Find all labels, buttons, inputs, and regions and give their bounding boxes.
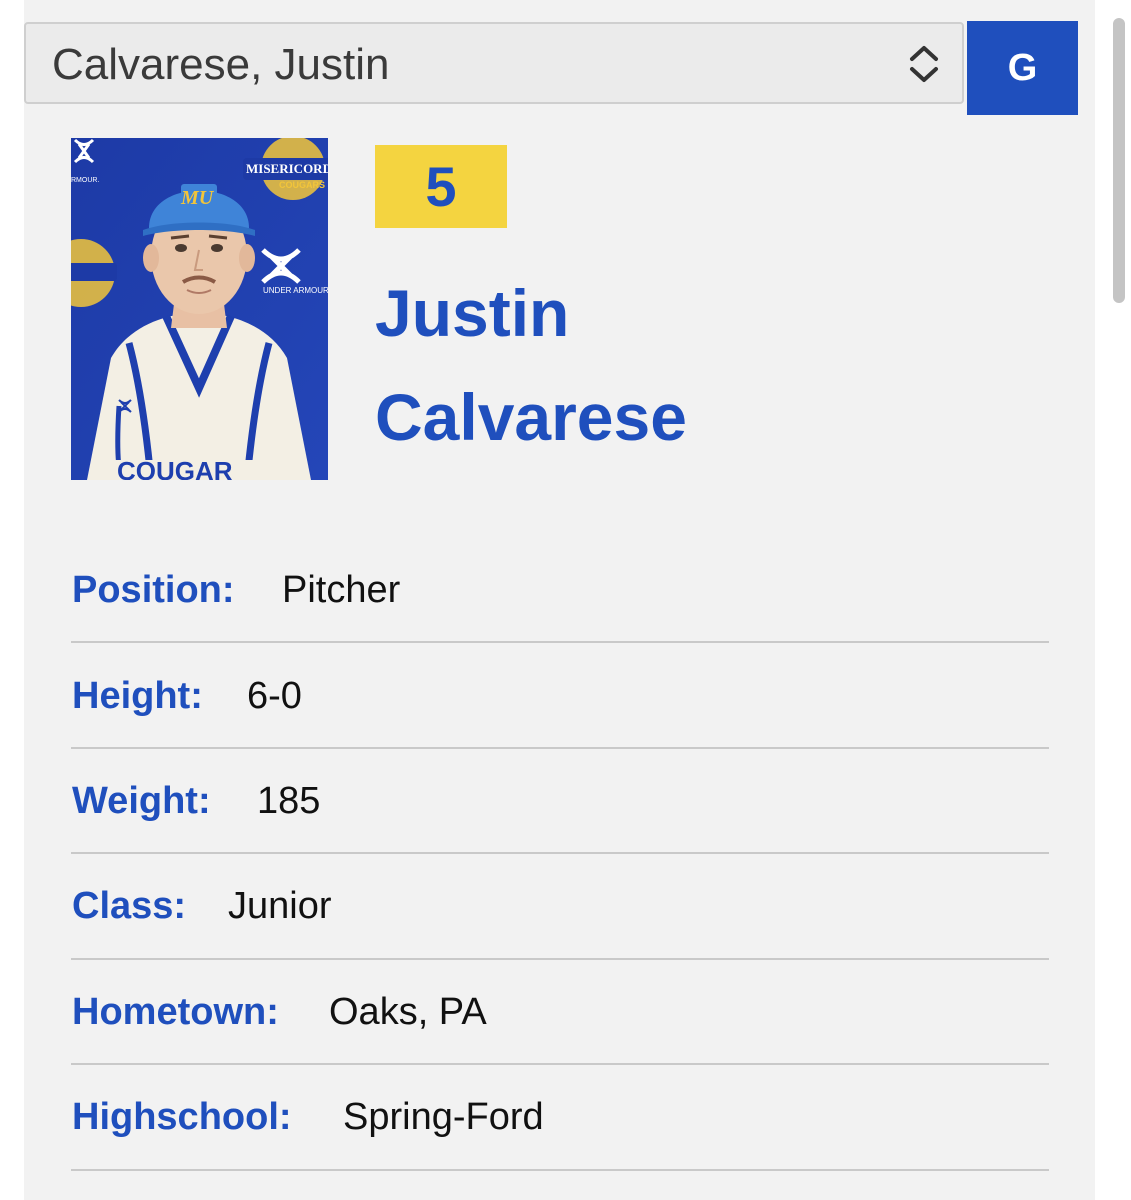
divider — [71, 641, 1049, 643]
detail-row-weight: Weight: 185 — [72, 779, 1049, 884]
detail-value: 185 — [257, 780, 321, 822]
cap-letters: MU — [180, 187, 215, 209]
divider — [71, 1063, 1049, 1065]
photo-brand-partial: RMOUR. — [71, 177, 99, 184]
scrollbar-thumb[interactable] — [1113, 18, 1125, 303]
divider — [71, 747, 1049, 749]
player-photo-image: RMOUR. MISERICORDIA COUGARS UNDER ARMOUR… — [71, 138, 328, 480]
detail-row-hometown: Hometown: Oaks, PA — [72, 990, 1049, 1095]
player-first-name: Justin — [375, 276, 570, 350]
detail-value: Spring-Ford — [343, 1096, 544, 1138]
player-select[interactable]: Calvarese, Justin — [24, 22, 964, 104]
detail-label: Weight: — [72, 780, 211, 822]
detail-label: Position: — [72, 569, 235, 611]
photo-brand: UNDER ARMOUR — [263, 286, 328, 295]
select-arrows-icon — [910, 46, 938, 82]
detail-label: Height: — [72, 675, 203, 717]
player-last-name: Calvarese — [375, 380, 687, 454]
jersey-lettering: COUGAR — [117, 456, 233, 480]
divider — [71, 1169, 1049, 1171]
detail-row-highschool: Highschool: Spring-Ford — [72, 1095, 1049, 1200]
detail-row-position: Position: Pitcher — [72, 568, 1049, 673]
player-photo: RMOUR. MISERICORDIA COUGARS UNDER ARMOUR… — [71, 138, 328, 480]
detail-label: Class: — [72, 885, 187, 927]
detail-row-height: Height: 6-0 — [72, 674, 1049, 779]
detail-value: Oaks, PA — [329, 991, 487, 1033]
go-button[interactable]: G — [967, 21, 1078, 115]
photo-team-top: MISERICORDIA — [246, 161, 328, 176]
detail-value: Pitcher — [282, 569, 401, 611]
player-select-value: Calvarese, Justin — [52, 40, 390, 89]
jersey-number-badge: 5 — [375, 145, 507, 228]
detail-label: Hometown: — [72, 991, 279, 1033]
detail-label: Highschool: — [72, 1096, 292, 1138]
divider — [71, 852, 1049, 854]
detail-row-class: Class: Junior — [72, 884, 1049, 989]
divider — [71, 958, 1049, 960]
detail-value: Junior — [228, 885, 332, 927]
photo-team-bottom: COUGARS — [279, 180, 325, 190]
detail-value: 6-0 — [247, 675, 302, 717]
